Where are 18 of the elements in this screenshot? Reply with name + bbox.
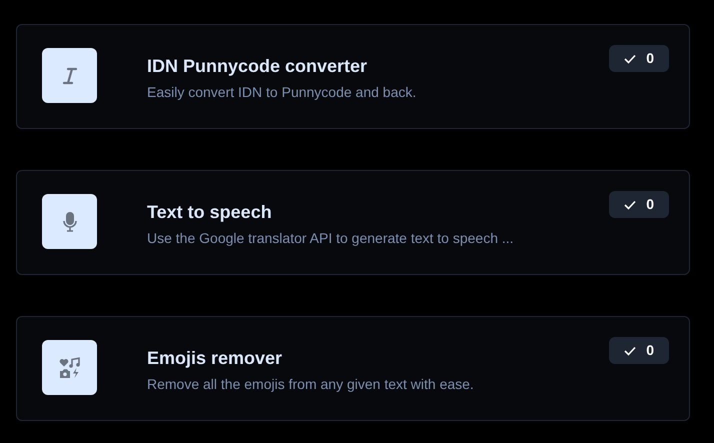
microphone-icon xyxy=(62,210,78,232)
tool-card[interactable]: Emojis remover Remove all the emojis from any given text with ease. 0 xyxy=(16,316,690,421)
tool-title: IDN Punnycode converter xyxy=(147,55,368,77)
check-icon xyxy=(624,346,636,356)
media-icon xyxy=(58,356,80,378)
tool-description: Remove all the emojis from any given text with ease. xyxy=(147,375,475,393)
tool-card[interactable]: Text to speech Use the Google translator API to generate text to speech ... 0 xyxy=(16,170,690,275)
count-text: 0 xyxy=(646,341,654,360)
count-text: 0 xyxy=(646,49,654,68)
tool-card[interactable]: IDN Punnycode converter Easily convert IDN to Punnycode and back. 0 xyxy=(16,24,690,129)
check-icon xyxy=(624,200,636,210)
tool-description: Easily convert IDN to Punnycode and back. xyxy=(147,83,418,101)
tool-title: Emojis remover xyxy=(147,347,284,369)
tool-description: Use the Google translator API to generate text to speech ... xyxy=(147,229,515,247)
italic-icon xyxy=(60,66,78,86)
count-text: 0 xyxy=(646,195,654,214)
check-icon xyxy=(624,54,636,64)
tool-title: Text to speech xyxy=(147,201,273,223)
